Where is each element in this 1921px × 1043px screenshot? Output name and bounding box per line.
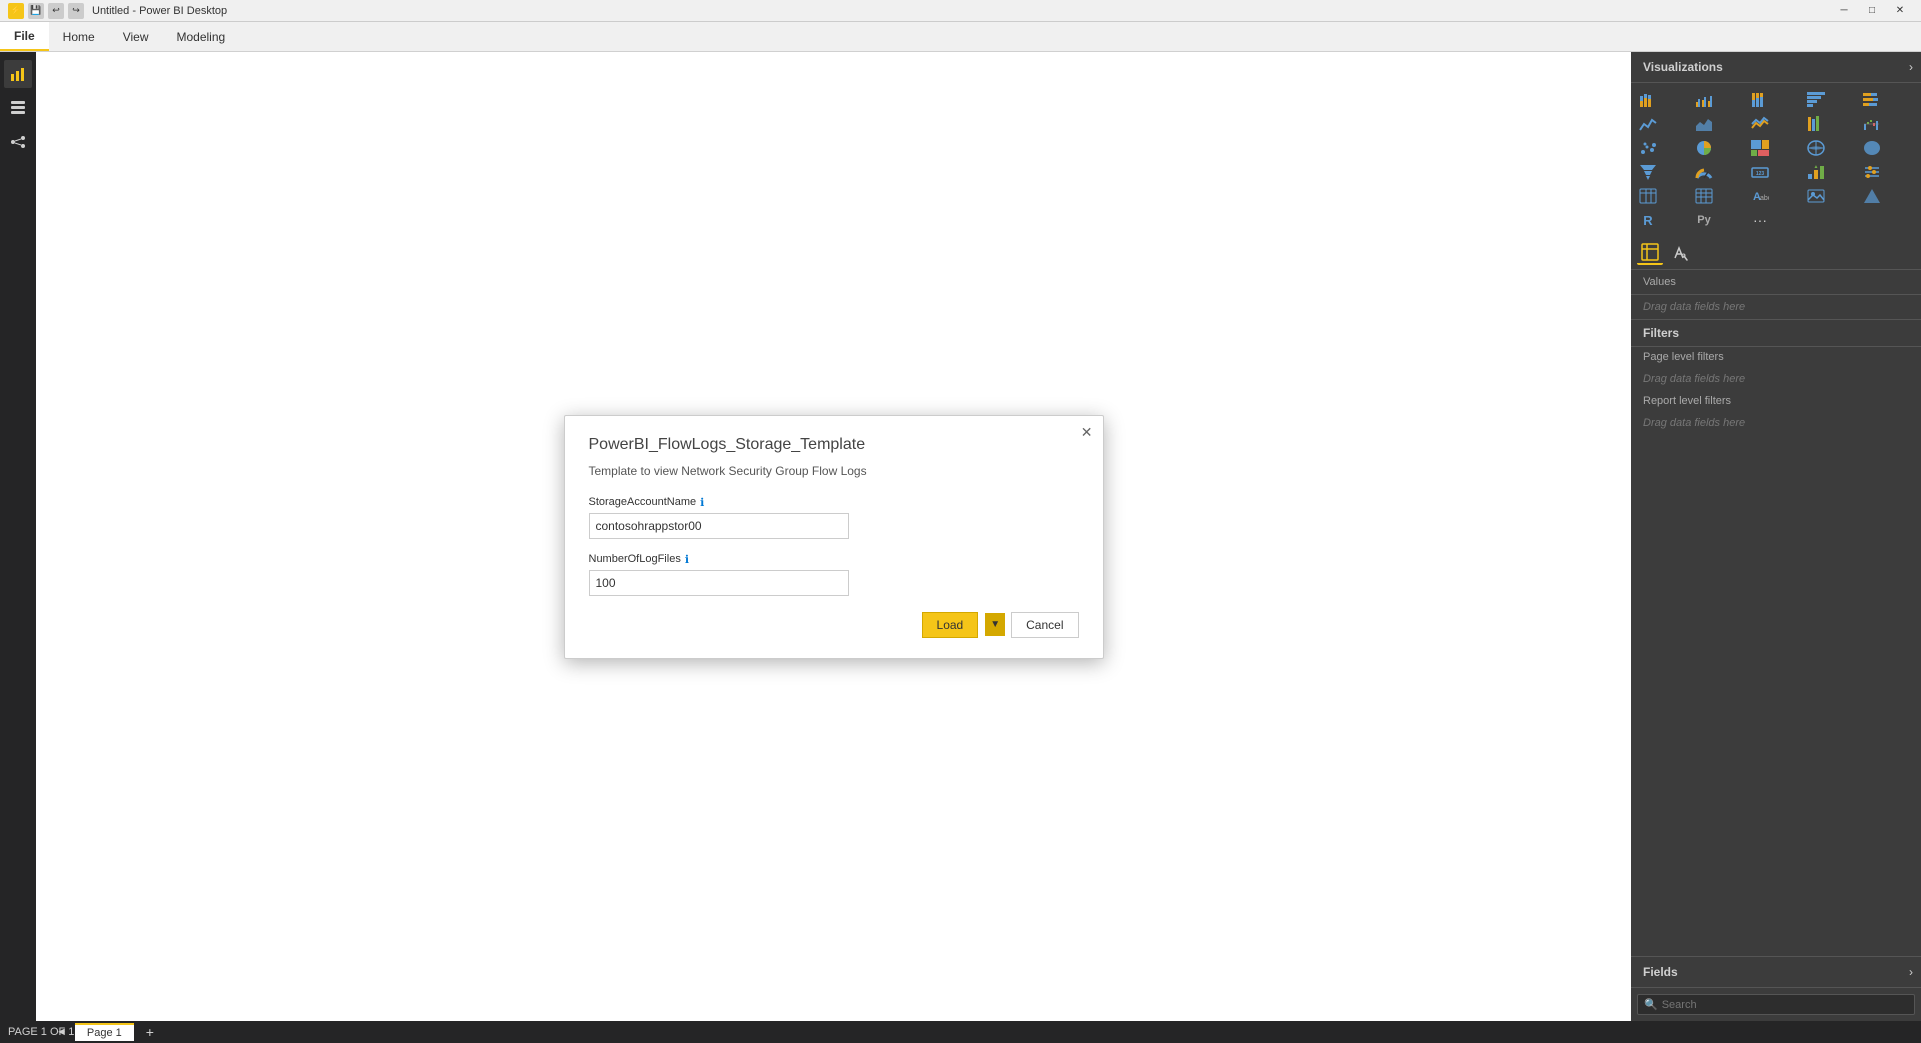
viz-stacked-hbar-icon[interactable] (1861, 89, 1883, 111)
viz-card-icon[interactable]: 123 (1749, 161, 1771, 183)
viz-image-icon[interactable] (1805, 185, 1827, 207)
viz-py-icon[interactable]: Py (1693, 209, 1715, 231)
viz-kpi-icon[interactable]: ▲ (1805, 161, 1827, 183)
dialog-footer: Load ▼ Cancel (589, 612, 1079, 638)
page-level-filters-label: Page level filters (1631, 347, 1921, 367)
page-level-drag-hint: Drag data fields here (1631, 367, 1921, 391)
viz-shape-icon[interactable] (1861, 185, 1883, 207)
visualizations-header: Visualizations › (1631, 52, 1921, 83)
dialog-close-button[interactable]: ✕ (1081, 424, 1093, 441)
title-bar-icons: ⚡ 💾 ↩ ↪ (8, 3, 84, 19)
viz-matrix-icon[interactable] (1693, 185, 1715, 207)
tab-modeling[interactable]: Modeling (162, 22, 239, 51)
viz-ribbon-icon[interactable] (1805, 113, 1827, 135)
viz-treemap-icon[interactable] (1749, 137, 1771, 159)
viz-icons-row1: 123 ▲ (1631, 83, 1921, 237)
report-level-filters-label: Report level filters (1631, 391, 1921, 411)
viz-panel-chevron[interactable]: › (1901, 52, 1921, 82)
viz-text-icon[interactable]: A abc (1749, 185, 1771, 207)
dialog-subtitle: Template to view Network Security Group … (589, 464, 1079, 478)
viz-gauge-icon[interactable] (1693, 161, 1715, 183)
log-files-info-icon[interactable]: ℹ (685, 553, 689, 566)
storage-account-label: StorageAccountName ℹ (589, 496, 1079, 509)
load-button[interactable]: Load (922, 612, 979, 638)
viz-area-icon[interactable] (1693, 113, 1715, 135)
page-tab[interactable]: Page 1 (75, 1023, 134, 1041)
storage-account-input[interactable] (589, 513, 849, 539)
format-tab-button[interactable] (1667, 241, 1693, 265)
dialog-title: PowerBI_FlowLogs_Storage_Template (589, 436, 1079, 454)
redo-icon[interactable]: ↪ (68, 3, 84, 19)
fields-header: Fields › (1631, 956, 1921, 988)
viz-more-icon[interactable]: ··· (1749, 209, 1771, 231)
ribbon: File Home View Modeling (0, 22, 1921, 52)
load-dropdown-button[interactable]: ▼ (985, 613, 1005, 636)
tab-view[interactable]: View (109, 22, 163, 51)
svg-text:abc: abc (1760, 195, 1769, 202)
add-page-button[interactable]: + (142, 1024, 158, 1040)
tab-file[interactable]: File (0, 22, 49, 51)
values-drag-hint: Drag data fields here (1631, 295, 1921, 319)
filters-label: Filters (1631, 319, 1921, 347)
viz-line-cluster-icon[interactable] (1749, 113, 1771, 135)
fields-panel-chevron[interactable]: › (1901, 957, 1921, 987)
left-sidebar (0, 52, 36, 1021)
save-icon[interactable]: 💾 (28, 3, 44, 19)
viz-100stacked-bar-icon[interactable] (1749, 89, 1771, 111)
viz-map-icon[interactable] (1805, 137, 1827, 159)
fields-tab-button[interactable] (1637, 241, 1663, 265)
visualizations-title: Visualizations (1631, 52, 1901, 82)
template-dialog: ✕ PowerBI_FlowLogs_Storage_Template Temp… (564, 415, 1104, 659)
fields-search-box: 🔍 (1637, 994, 1915, 1015)
viz-toolbar-row (1631, 237, 1921, 270)
report-level-drag-hint: Drag data fields here (1631, 411, 1921, 435)
svg-text:▲: ▲ (1814, 164, 1819, 170)
sidebar-item-data[interactable] (4, 94, 32, 122)
window-controls: ─ □ ✕ (1831, 2, 1913, 20)
values-label: Values (1631, 270, 1921, 295)
dialog-overlay: ✕ PowerBI_FlowLogs_Storage_Template Temp… (36, 52, 1631, 1021)
viz-funnel-icon[interactable] (1637, 161, 1659, 183)
search-icon: 🔍 (1644, 998, 1658, 1011)
tab-home[interactable]: Home (49, 22, 109, 51)
fields-title: Fields (1631, 957, 1901, 987)
viz-table-icon[interactable] (1637, 185, 1659, 207)
cancel-button[interactable]: Cancel (1011, 612, 1078, 638)
fields-search-input[interactable] (1662, 999, 1908, 1011)
power-bi-icon: ⚡ (8, 3, 24, 19)
log-files-input[interactable] (589, 570, 849, 596)
page-info: PAGE 1 OF 1 (8, 1026, 74, 1038)
viz-stacked-bar-icon[interactable] (1637, 89, 1659, 111)
sidebar-item-report[interactable] (4, 60, 32, 88)
viz-pie-icon[interactable] (1693, 137, 1715, 159)
viz-waterfall-icon[interactable] (1861, 113, 1883, 135)
close-button[interactable]: ✕ (1887, 2, 1913, 20)
viz-scatter-icon[interactable] (1637, 137, 1659, 159)
right-panel: Visualizations › (1631, 52, 1921, 1021)
viz-filled-map-icon[interactable] (1861, 137, 1883, 159)
maximize-button[interactable]: □ (1859, 2, 1885, 20)
sidebar-item-relationships[interactable] (4, 128, 32, 156)
viz-r-icon[interactable]: R (1637, 209, 1659, 231)
window-title: Untitled - Power BI Desktop (92, 5, 1831, 17)
viz-clustered-bar-icon[interactable] (1693, 89, 1715, 111)
canvas-area: ✕ PowerBI_FlowLogs_Storage_Template Temp… (36, 52, 1631, 1021)
status-bar: PAGE 1 OF 1 ◄ Page 1 + (0, 1021, 1921, 1043)
storage-account-info-icon[interactable]: ℹ (700, 496, 704, 509)
viz-bar-chart-icon[interactable] (1805, 89, 1827, 111)
minimize-button[interactable]: ─ (1831, 2, 1857, 20)
viz-line-icon[interactable] (1637, 113, 1659, 135)
undo-icon[interactable]: ↩ (48, 3, 64, 19)
log-files-label: NumberOfLogFiles ℹ (589, 553, 1079, 566)
title-bar: ⚡ 💾 ↩ ↪ Untitled - Power BI Desktop ─ □ … (0, 0, 1921, 22)
main-layout: ✕ PowerBI_FlowLogs_Storage_Template Temp… (0, 52, 1921, 1021)
svg-text:123: 123 (1756, 171, 1765, 177)
viz-slicer-icon[interactable] (1861, 161, 1883, 183)
